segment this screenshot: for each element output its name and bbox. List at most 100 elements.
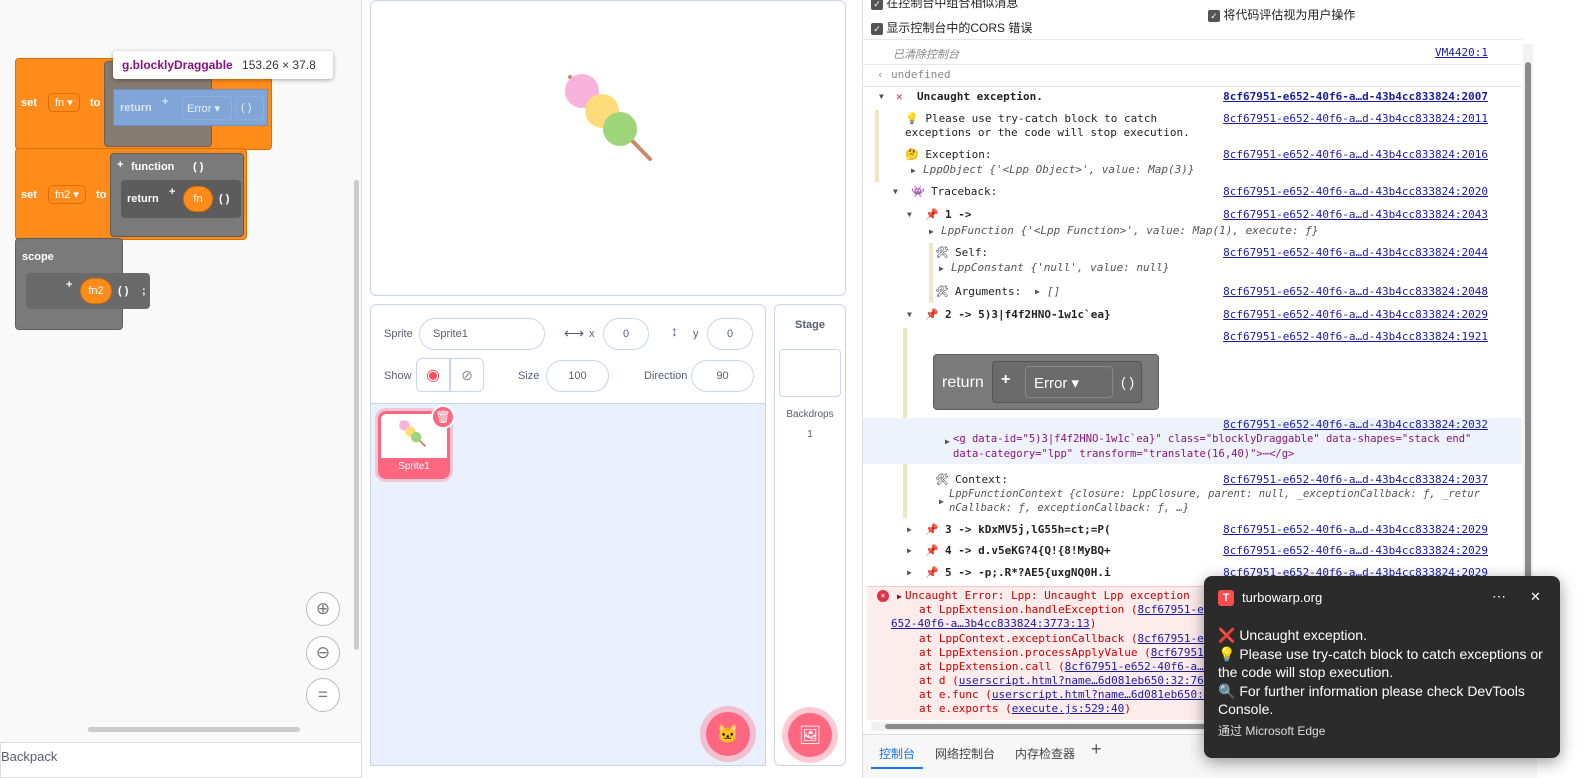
variable-dropdown-fn2[interactable]: fn2 ▾ [48,185,86,204]
fn2-call-block[interactable]: + fn2 ( ) ; [26,273,150,309]
stack-link[interactable]: execute.js:529:40 [1012,702,1125,715]
turbowarp-icon: T [1218,590,1234,606]
stack-link[interactable]: 8cf67951-e6 [1138,632,1211,645]
zoom-in-button[interactable]: ⊕ [306,592,340,626]
tab-memory-inspector[interactable]: 内存检查器 [1009,735,1081,769]
source-link[interactable]: 8cf67951-e652-40f6-a…d-43b4cc833824:2029 [1223,523,1488,536]
return-fn-block[interactable]: return + fn ( ) [121,180,241,218]
stack-link[interactable]: 8cf67951- [1151,646,1211,659]
edge-notification-toast[interactable]: T turbowarp.org ⋯ ✕ ❌ Uncaught exception… [1204,576,1560,758]
toast-close-button[interactable]: ✕ [1530,589,1541,605]
stack-link[interactable]: 8cf67951-e [1138,603,1204,616]
traceback-item-1[interactable]: ▼ 📌 1 -> 8cf67951-e652-40f6-a…d-43b4cc83… [863,208,1522,240]
expand-triangle-icon[interactable]: ▶ [911,166,916,175]
source-link[interactable]: 8cf67951-e652-40f6-a…d-43b4cc833824:2016 [1223,148,1488,161]
x-input[interactable]: 0 [603,318,649,350]
expand-triangle-icon[interactable]: ▶ [897,592,902,601]
expand-triangle-icon[interactable]: ▼ [907,310,912,319]
highlighted-return-block[interactable]: return + Error ▾ ( ) [113,89,268,126]
traceback-label: Traceback: [931,185,998,198]
expand-triangle-icon[interactable]: ▶ [907,568,912,577]
variable-dropdown-fn[interactable]: fn ▾ [48,93,80,112]
vertical-scrollbar[interactable] [354,180,359,650]
choose-sprite-button[interactable]: 🐱 [706,712,750,756]
fn-reporter[interactable]: fn [183,186,213,212]
variable-name: fn [55,97,65,109]
sprite-name-input[interactable]: Sprite1 [419,318,545,350]
choose-backdrop-button[interactable]: 🖼 [788,713,832,757]
code-workspace[interactable]: set fn ▾ to return + Error ▾ ( ) set fn2… [0,0,362,742]
preview-return: return [942,374,984,391]
toast-more-button[interactable]: ⋯ [1492,588,1506,605]
dango-sprite[interactable] [558,67,668,177]
source-link[interactable]: 8cf67951-e652-40f6-a…d-43b4cc833824:2037 [1223,473,1488,486]
fn2-reporter[interactable]: fn2 [80,278,112,304]
to-label: to [90,97,101,109]
direction-input[interactable]: 90 [691,360,754,392]
traceback-item-4[interactable]: ▶ 📌 4 -> d.v5eKG?4{Q!{8!MyBQ+ 8cf67951-e… [863,544,1522,560]
expand-triangle-icon[interactable]: ▶ [1035,287,1040,296]
add-tab-button[interactable]: + [1091,739,1102,760]
parens-box: ( ) [236,96,264,120]
source-link[interactable]: VM4420:1 [1435,46,1488,59]
stack-link[interactable]: userscript.html?name…6d081eb650:32:768 [959,674,1211,687]
console-cleared-row: 已清除控制台 VM4420:1 [863,46,1522,64]
g-element-row[interactable]: 8cf67951-e652-40f6-a…d-43b4cc833824:2032… [863,418,1522,464]
source-link[interactable]: 8cf67951-e652-40f6-a…d-43b4cc833824:2044 [1223,246,1488,259]
wrench-icon: 🛠 [935,473,949,486]
stack-link[interactable]: 652-40f6-a…3b4cc833824:3773:13 [891,617,1090,630]
expand-triangle-icon[interactable]: ▶ [939,497,944,506]
expand-triangle-icon[interactable]: ▶ [929,227,934,236]
setting-group-similar[interactable]: ✓ 在控制台中组合相似消息 [871,0,1018,11]
tab-network-console[interactable]: 网络控制台 [929,735,1001,769]
invader-icon: 👾 [911,185,925,198]
show-hidden-button[interactable]: ⊘ [450,358,484,392]
expand-triangle-icon[interactable]: ▶ [907,525,912,534]
stage-canvas[interactable] [370,0,846,296]
traceback-header[interactable]: ▼ 👾 Traceback: 8cf67951-e652-40f6-a…d-43… [863,185,1522,201]
source-link[interactable]: 8cf67951-e652-40f6-a…d-43b4cc833824:2020 [1223,185,1488,198]
source-link[interactable]: 8cf67951-e652-40f6-a…d-43b4cc833824:2011 [1223,112,1488,125]
show-visible-button[interactable]: ◉ [416,358,450,392]
tb2-text: 2 -> 5)3|f4f2HNO-1w1c`ea} [945,308,1111,321]
expand-triangle-icon[interactable]: ▼ [907,210,912,219]
image-add-icon: 🖼 [798,724,822,745]
zoom-out-button[interactable]: ⊖ [306,636,340,670]
tab-console[interactable]: 控制台 [871,735,924,769]
set-fn2-block[interactable]: set fn2 ▾ to + function ( ) return + fn … [15,148,247,240]
expand-triangle-icon[interactable]: ▶ [945,437,950,446]
setting-eval-user-action[interactable]: ✓ 将代码评估视为用户操作 [1208,6,1355,23]
exception-row: 🤔 Exception: 8cf67951-e652-40f6-a…d-43b4… [863,148,1522,180]
expand-triangle-icon[interactable]: ▶ [907,546,912,555]
traceback-item-2[interactable]: ▼ 📌 2 -> 5)3|f4f2HNO-1w1c`ea} 8cf67951-e… [863,308,1522,324]
setting-cors-errors[interactable]: ✓ 显示控制台中的CORS 错误 [871,19,1032,36]
g-element-line2: data-category="lpp" transform="translate… [953,448,1295,460]
return-label: return [127,193,159,205]
source-link[interactable]: 8cf67951-e652-40f6-a…d-43b4cc833824:2048 [1223,285,1488,298]
source-link[interactable]: 8cf67951-e652-40f6-a…d-43b4cc833824:2029 [1223,308,1488,321]
source-link[interactable]: 8cf67951-e652-40f6-a…d-43b4cc833824:2043 [1223,208,1488,221]
delete-sprite-button[interactable]: 🗑 [431,405,455,429]
stack-link[interactable]: userscript.html?name…6d081eb650:3 [992,688,1211,701]
stage-thumbnail[interactable] [779,349,841,397]
stack-link[interactable]: 8cf67951-e652-40f6-a…3 [1065,660,1211,673]
y-input[interactable]: 0 [707,318,753,350]
expand-triangle-icon[interactable]: ▼ [879,92,884,101]
return-label: return [120,102,152,114]
traceback-item-3[interactable]: ▶ 📌 3 -> kDxMV5j,lG55h=ct;=P( 8cf67951-e… [863,523,1522,539]
backpack-header[interactable]: Backpack [0,742,362,778]
zoom-reset-button[interactable]: = [306,678,340,712]
stage-selector-panel[interactable]: Stage Backdrops 1 🖼 [774,304,846,766]
expand-triangle-icon[interactable]: ▼ [893,187,898,196]
uncaught-group-header[interactable]: ▼ ✕ Uncaught exception. 8cf67951-e652-40… [863,90,1522,106]
function-block[interactable]: + function ( ) return + fn ( ) [110,153,244,237]
error-dropdown[interactable]: Error ▾ [182,96,232,120]
horizontal-scrollbar[interactable] [88,727,300,732]
source-link[interactable]: 8cf67951-e652-40f6-a…d-43b4cc833824:2007 [1223,90,1488,103]
expand-triangle-icon[interactable]: ▶ [939,264,944,273]
size-input[interactable]: 100 [546,360,609,392]
source-link[interactable]: 8cf67951-e652-40f6-a…d-43b4cc833824:2032 [1223,418,1488,431]
scope-block[interactable]: scope + fn2 ( ) ; [15,238,150,330]
source-link[interactable]: 8cf67951-e652-40f6-a…d-43b4cc833824:1921 [1223,330,1488,343]
source-link[interactable]: 8cf67951-e652-40f6-a…d-43b4cc833824:2029 [1223,544,1488,557]
